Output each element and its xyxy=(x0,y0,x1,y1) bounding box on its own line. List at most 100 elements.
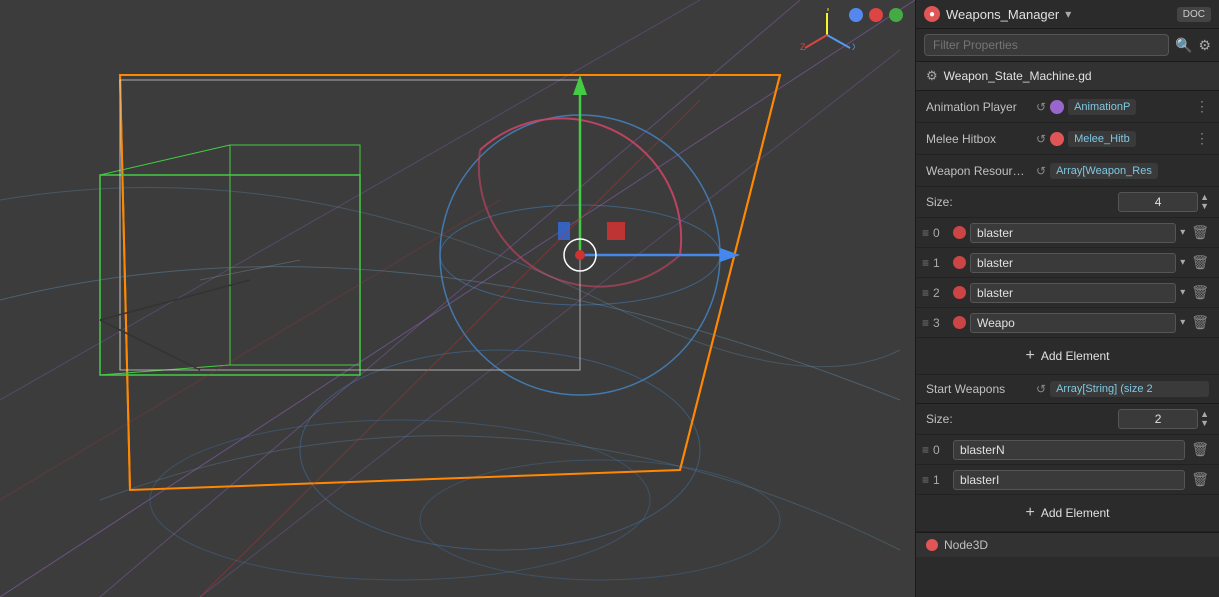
drag-handle-1[interactable]: ≡ xyxy=(922,256,929,270)
size-row-start-weapons: Size: ▲ ▼ xyxy=(916,404,1219,435)
item-index-sw-1: 1 xyxy=(933,473,953,487)
add-plus-icon-weapons: + xyxy=(1025,347,1034,365)
item-delete-0[interactable]: 🗑 xyxy=(1189,224,1211,241)
script-row: ⚙ Weapon_State_Machine.gd xyxy=(916,62,1219,91)
x-axis-dot xyxy=(849,8,863,22)
animation-player-more[interactable]: ⋮ xyxy=(1195,98,1209,115)
add-element-row-start-weapons: + Add Element xyxy=(916,495,1219,532)
animation-player-icon xyxy=(1050,100,1064,114)
node-name-text: Weapons_Manager xyxy=(946,7,1059,22)
doc-button[interactable]: DOC xyxy=(1177,7,1211,22)
item-value-2[interactable]: blaster xyxy=(970,283,1176,303)
item-index-sw-0: 0 xyxy=(933,443,953,457)
start-weapon-item-0: ≡ 0 blasterN 🗑 xyxy=(916,435,1219,465)
prop-reset-animation-player[interactable]: ↺ xyxy=(1036,100,1046,114)
item-value-wrap-sw-1: blasterI xyxy=(953,470,1185,490)
size-input-wrap-weapons: ▲ ▼ xyxy=(986,192,1209,212)
node-dropdown-arrow[interactable]: ▾ xyxy=(1065,7,1071,21)
prop-label-melee-hitbox: Melee Hitbox xyxy=(926,132,1036,146)
item-value-1[interactable]: blaster xyxy=(970,253,1176,273)
drag-handle-2[interactable]: ≡ xyxy=(922,286,929,300)
start-weapon-item-1: ≡ 1 blasterI 🗑 xyxy=(916,465,1219,495)
add-plus-icon-start-weapons: + xyxy=(1025,504,1034,522)
node-name-row: ● Weapons_Manager ▾ xyxy=(924,6,1177,22)
size-input-weapons[interactable] xyxy=(1118,192,1198,212)
size-arrows-start-weapons: ▲ ▼ xyxy=(1200,410,1209,428)
search-icon[interactable]: 🔍 xyxy=(1175,37,1192,54)
melee-hitbox-icon xyxy=(1050,132,1064,146)
filter-settings-icon[interactable]: ⚙ xyxy=(1198,37,1211,54)
item-value-0[interactable]: blaster xyxy=(970,223,1176,243)
item-dropdown-1[interactable]: ▾ xyxy=(1180,257,1185,268)
add-element-button-weapons[interactable]: + Add Element xyxy=(1013,344,1121,368)
svg-text:Z: Z xyxy=(800,42,806,52)
item-index-0: 0 xyxy=(933,226,953,240)
add-element-label-weapons: Add Element xyxy=(1041,349,1110,363)
size-input-wrap-start-weapons: ▲ ▼ xyxy=(986,409,1209,429)
weapon-resources-value[interactable]: Array[Weapon_Res xyxy=(1050,163,1158,179)
filter-row: 🔍 ⚙ xyxy=(916,29,1219,62)
gear-icon: ⚙ xyxy=(926,68,938,84)
item-delete-sw-0[interactable]: 🗑 xyxy=(1189,441,1211,458)
item-value-wrap-1: blaster ▾ xyxy=(953,253,1185,273)
size-input-start-weapons[interactable] xyxy=(1118,409,1198,429)
drag-handle-0[interactable]: ≡ xyxy=(922,226,929,240)
item-index-3: 3 xyxy=(933,316,953,330)
svg-text:Y: Y xyxy=(825,8,831,13)
start-weapons-header: Start Weapons ↺ Array[String] (size 2 xyxy=(916,375,1219,404)
size-arrows-weapons: ▲ ▼ xyxy=(1200,193,1209,211)
item-delete-2[interactable]: 🗑 xyxy=(1189,284,1211,301)
y-axis-dot xyxy=(869,8,883,22)
3d-viewport[interactable]: Y X Z xyxy=(0,0,915,597)
prop-reset-weapon-resources[interactable]: ↺ xyxy=(1036,164,1046,178)
size-label-start-weapons: Size: xyxy=(926,412,986,426)
weapon-item-2: ≡ 2 blaster ▾ 🗑 xyxy=(916,278,1219,308)
node3d-label[interactable]: Node3D xyxy=(944,538,988,552)
size-row-weapons: Size: ▲ ▼ xyxy=(916,187,1219,218)
item-value-wrap-sw-0: blasterN xyxy=(953,440,1185,460)
size-down-start-weapons[interactable]: ▼ xyxy=(1200,419,1209,428)
drag-handle-sw-0[interactable]: ≡ xyxy=(922,443,929,457)
item-index-1: 1 xyxy=(933,256,953,270)
item-icon-1 xyxy=(953,256,966,269)
animation-player-value[interactable]: AnimationP xyxy=(1068,99,1136,115)
item-icon-0 xyxy=(953,226,966,239)
item-delete-3[interactable]: 🗑 xyxy=(1189,314,1211,331)
axis-gizmo: Y X Z xyxy=(800,8,855,68)
item-value-3[interactable]: Weapo xyxy=(970,313,1176,333)
drag-handle-3[interactable]: ≡ xyxy=(922,316,929,330)
item-value-sw-1[interactable]: blasterI xyxy=(953,470,1185,490)
properties-panel: ● Weapons_Manager ▾ DOC 🔍 ⚙ ⚙ Weapon_Sta… xyxy=(915,0,1219,597)
node3d-bar: Node3D xyxy=(916,532,1219,557)
drag-handle-sw-1[interactable]: ≡ xyxy=(922,473,929,487)
weapon-item-1: ≡ 1 blaster ▾ 🗑 xyxy=(916,248,1219,278)
prop-value-animation-player: AnimationP xyxy=(1050,99,1195,115)
scene-svg xyxy=(0,0,915,597)
start-weapons-value[interactable]: Array[String] (size 2 xyxy=(1050,381,1209,397)
add-element-button-start-weapons[interactable]: + Add Element xyxy=(1013,501,1121,525)
size-down-weapons[interactable]: ▼ xyxy=(1200,202,1209,211)
item-dropdown-0[interactable]: ▾ xyxy=(1180,227,1185,238)
script-name[interactable]: Weapon_State_Machine.gd xyxy=(944,69,1092,83)
prop-row-animation-player: Animation Player ↺ AnimationP ⋮ xyxy=(916,91,1219,123)
item-delete-1[interactable]: 🗑 xyxy=(1189,254,1211,271)
prop-reset-melee-hitbox[interactable]: ↺ xyxy=(1036,132,1046,146)
item-delete-sw-1[interactable]: 🗑 xyxy=(1189,471,1211,488)
melee-hitbox-value[interactable]: Melee_Hitb xyxy=(1068,131,1136,147)
item-value-sw-0[interactable]: blasterN xyxy=(953,440,1185,460)
node3d-icon xyxy=(926,539,938,551)
prop-row-weapon-resources: Weapon Resour… ↺ Array[Weapon_Res xyxy=(916,155,1219,187)
item-dropdown-2[interactable]: ▾ xyxy=(1180,287,1185,298)
add-element-row-weapons: + Add Element xyxy=(916,338,1219,375)
weapon-item-3: ≡ 3 Weapo ▾ 🗑 xyxy=(916,308,1219,338)
start-weapons-reset[interactable]: ↺ xyxy=(1036,382,1046,396)
item-index-2: 2 xyxy=(933,286,953,300)
start-weapons-label: Start Weapons xyxy=(926,382,1036,396)
melee-hitbox-more[interactable]: ⋮ xyxy=(1195,130,1209,147)
prop-value-melee-hitbox: Melee_Hitb xyxy=(1050,131,1195,147)
item-dropdown-3[interactable]: ▾ xyxy=(1180,317,1185,328)
item-value-wrap-3: Weapo ▾ xyxy=(953,313,1185,333)
item-icon-2 xyxy=(953,286,966,299)
filter-input[interactable] xyxy=(924,34,1169,56)
item-value-wrap-0: blaster ▾ xyxy=(953,223,1185,243)
